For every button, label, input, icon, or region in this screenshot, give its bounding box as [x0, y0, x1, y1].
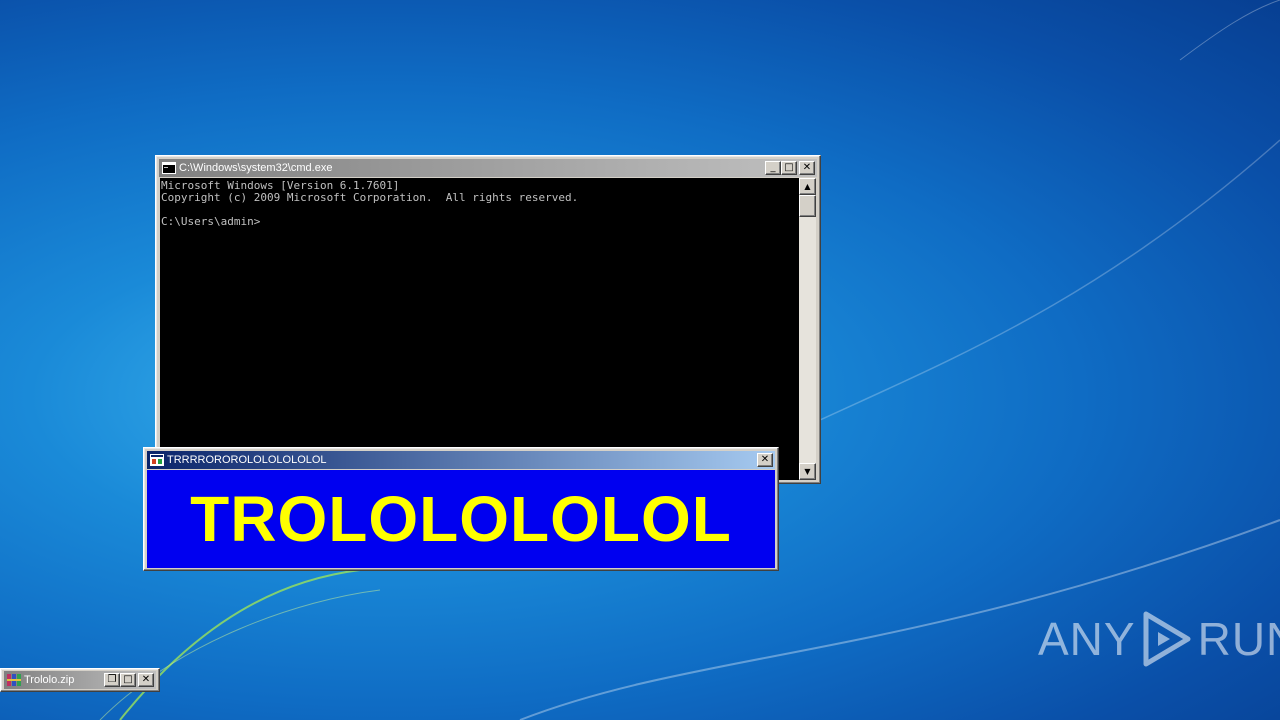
troll-window[interactable]: TRRRROROROLOLOLOLOLOL ✕ TROLOLOLOLOL — [143, 447, 779, 571]
maximize-button[interactable]: □ — [120, 673, 136, 687]
minimize-button[interactable]: _ — [765, 161, 781, 175]
anyrun-watermark: ANY RUN — [1038, 608, 1280, 670]
console-output[interactable]: Microsoft Windows [Version 6.1.7601] Copy… — [160, 178, 799, 480]
troll-message: TROLOLOLOLOL — [190, 483, 732, 555]
minimize-icon: _ — [770, 162, 776, 173]
watermark-text-right: RUN — [1197, 613, 1280, 665]
maximize-icon: □ — [784, 162, 794, 173]
play-icon — [1143, 611, 1191, 667]
troll-window-title: TRRRROROROLOLOLOLOLOL — [167, 454, 327, 466]
arrow-up-icon: ▲ — [804, 182, 811, 191]
close-icon: ✕ — [760, 454, 770, 465]
cmd-window[interactable]: C:\Windows\system32\cmd.exe _ □ ✕ Micros… — [155, 155, 821, 484]
close-icon: ✕ — [802, 162, 812, 173]
cmd-titlebar[interactable]: C:\Windows\system32\cmd.exe _ □ ✕ — [159, 159, 817, 177]
zip-window-title: Trololo.zip — [24, 674, 75, 686]
close-button[interactable]: ✕ — [799, 161, 815, 175]
restore-icon: ❐ — [107, 674, 117, 685]
cmd-app-icon — [162, 162, 176, 174]
cmd-window-title: C:\Windows\system32\cmd.exe — [179, 162, 333, 174]
maximize-icon: □ — [123, 674, 133, 685]
zip-minimized-window[interactable]: Trololo.zip ❐ □ ✕ — [0, 668, 160, 692]
scroll-down-button[interactable]: ▼ — [799, 463, 816, 480]
zip-titlebar[interactable]: Trololo.zip ❐ □ ✕ — [4, 671, 156, 689]
scrollbar-thumb[interactable] — [799, 195, 816, 217]
console-line: Copyright (c) 2009 Microsoft Corporation… — [161, 191, 579, 204]
console-prompt: C:\Users\admin> — [161, 215, 261, 228]
maximize-button[interactable]: □ — [781, 161, 797, 175]
troll-titlebar[interactable]: TRRRROROROLOLOLOLOLOL ✕ — [147, 451, 775, 469]
troll-message-panel: TROLOLOLOLOL — [147, 470, 775, 568]
watermark-text-left: ANY — [1038, 613, 1136, 665]
scroll-up-button[interactable]: ▲ — [799, 178, 816, 195]
close-button[interactable]: ✕ — [757, 453, 773, 467]
restore-button[interactable]: ❐ — [104, 673, 120, 687]
winrar-archive-icon — [7, 674, 21, 686]
close-button[interactable]: ✕ — [138, 673, 154, 687]
arrow-down-icon: ▼ — [804, 467, 811, 476]
window-app-icon — [150, 454, 164, 466]
vertical-scrollbar[interactable]: ▲ ▼ — [799, 178, 816, 480]
close-icon: ✕ — [141, 674, 151, 685]
